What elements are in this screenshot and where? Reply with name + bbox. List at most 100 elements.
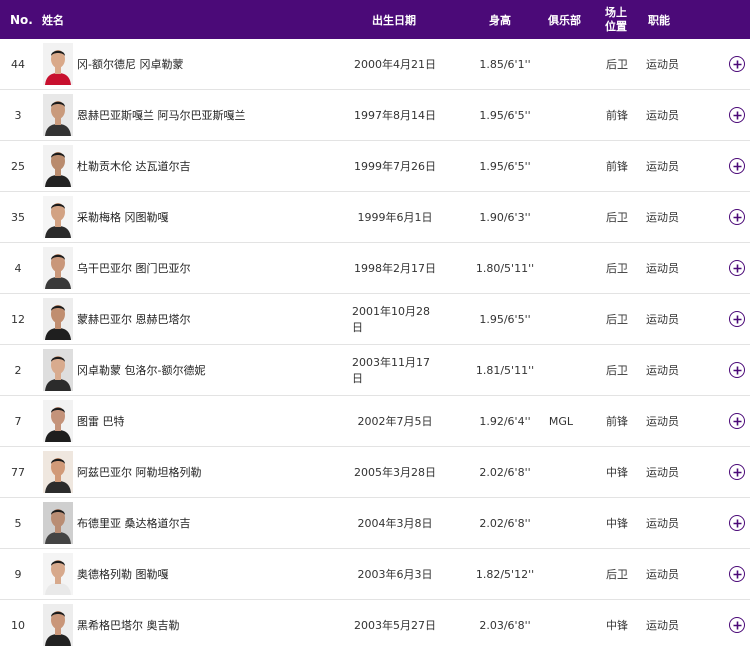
player-club	[541, 192, 581, 242]
player-position: 中锋	[606, 619, 628, 632]
player-number: 35	[11, 210, 25, 224]
plus-circle-icon[interactable]	[729, 107, 745, 123]
table-row: 10 黑希格巴塔尔 奥吉勒 2003年5月27日 2.03/6'8'' 中锋 运…	[0, 600, 750, 651]
player-number: 10	[11, 618, 25, 632]
table-row: 44 冈-额尔德尼 冈卓勒蒙 2000年4月21日 1.85/6'1'' 后卫 …	[0, 39, 750, 90]
player-name[interactable]: 乌干巴亚尔 图门巴亚尔	[77, 243, 191, 293]
player-height: 1.95/6'5''	[479, 312, 531, 326]
player-height: 1.95/6'5''	[479, 159, 531, 173]
player-photo-cell	[43, 600, 73, 650]
avatar	[43, 451, 73, 493]
player-dob: 2003年6月3日	[357, 568, 433, 581]
player-name[interactable]: 阿兹巴亚尔 阿勒坦格列勒	[77, 447, 202, 497]
player-name[interactable]: 奥德格列勒 图勒嘎	[77, 549, 169, 599]
player-name[interactable]: 采勒梅格 冈图勒嘎	[77, 192, 169, 242]
player-role: 运动员	[646, 619, 679, 632]
player-position: 后卫	[606, 211, 628, 224]
table-row: 77 阿兹巴亚尔 阿勒坦格列勒 2005年3月28日 2.02/6'8'' 中锋…	[0, 447, 750, 498]
player-height: 1.95/6'5''	[479, 108, 531, 122]
player-name[interactable]: 黑希格巴塔尔 奥吉勒	[77, 600, 180, 650]
avatar	[43, 400, 73, 442]
table-row: 25 杜勒贡木伦 达瓦道尔吉 1999年7月26日 1.95/6'5'' 前锋 …	[0, 141, 750, 192]
player-position: 中锋	[606, 517, 628, 530]
player-club	[541, 294, 581, 344]
player-number: 44	[11, 57, 25, 71]
player-club	[541, 549, 581, 599]
player-number: 9	[14, 567, 22, 581]
player-dob: 2003年5月27日	[354, 619, 436, 632]
plus-circle-icon[interactable]	[729, 311, 745, 327]
player-position: 后卫	[606, 568, 628, 581]
player-role: 运动员	[646, 109, 679, 122]
player-dob: 2004年3月8日	[357, 517, 433, 530]
player-dob: 2002年7月5日	[357, 415, 433, 428]
plus-circle-icon[interactable]	[729, 158, 745, 174]
player-role: 运动员	[646, 160, 679, 173]
player-photo-cell	[43, 39, 73, 89]
player-club: MGL	[548, 414, 574, 428]
player-club	[541, 600, 581, 650]
player-club	[541, 39, 581, 89]
player-number: 5	[14, 516, 22, 530]
table-row: 5 布德里亚 桑达格道尔吉 2004年3月8日 2.02/6'8'' 中锋 运动…	[0, 498, 750, 549]
avatar	[43, 145, 73, 187]
player-dob: 2001年10月28日	[352, 305, 430, 334]
plus-circle-icon[interactable]	[729, 56, 745, 72]
player-role: 运动员	[646, 364, 679, 377]
player-number: 77	[11, 465, 25, 479]
avatar	[43, 43, 73, 85]
player-role: 运动员	[646, 517, 679, 530]
plus-circle-icon[interactable]	[729, 464, 745, 480]
plus-circle-icon[interactable]	[729, 515, 745, 531]
avatar	[43, 553, 73, 595]
player-position: 后卫	[606, 364, 628, 377]
player-roster-table: No. 姓名 出生日期 身高 俱乐部 场上位置 职能 44 冈-额尔德尼 冈卓勒…	[0, 0, 750, 651]
avatar	[43, 502, 73, 544]
player-role: 运动员	[646, 466, 679, 479]
plus-circle-icon[interactable]	[729, 260, 745, 276]
plus-circle-icon[interactable]	[729, 617, 745, 633]
header-dob: 出生日期	[372, 13, 416, 27]
player-photo-cell	[43, 243, 73, 293]
player-photo-cell	[43, 549, 73, 599]
table-body: 44 冈-额尔德尼 冈卓勒蒙 2000年4月21日 1.85/6'1'' 后卫 …	[0, 39, 750, 651]
plus-circle-icon[interactable]	[729, 566, 745, 582]
player-name[interactable]: 图雷 巴特	[77, 396, 125, 446]
player-height: 1.85/6'1''	[479, 57, 531, 71]
player-role: 运动员	[646, 58, 679, 71]
player-photo-cell	[43, 90, 73, 140]
player-role: 运动员	[646, 313, 679, 326]
table-row: 7 图雷 巴特 2002年7月5日 1.92/6'4'' MGL 前锋 运动员	[0, 396, 750, 447]
player-role: 运动员	[646, 211, 679, 224]
player-number: 25	[11, 159, 25, 173]
header-club: 俱乐部	[548, 13, 581, 27]
player-name[interactable]: 恩赫巴亚斯嘎兰 阿马尔巴亚斯嘎兰	[77, 90, 246, 140]
table-row: 35 采勒梅格 冈图勒嘎 1999年6月1日 1.90/6'3'' 后卫 运动员	[0, 192, 750, 243]
avatar	[43, 604, 73, 646]
player-photo-cell	[43, 141, 73, 191]
plus-circle-icon[interactable]	[729, 362, 745, 378]
player-name[interactable]: 杜勒贡木伦 达瓦道尔吉	[77, 141, 191, 191]
player-height: 1.81/5'11''	[475, 363, 535, 377]
player-height: 2.03/6'8''	[479, 618, 531, 632]
table-row: 4 乌干巴亚尔 图门巴亚尔 1998年2月17日 1.80/5'11'' 后卫 …	[0, 243, 750, 294]
player-club	[541, 345, 581, 395]
player-height: 1.80/5'11''	[475, 261, 535, 275]
plus-circle-icon[interactable]	[729, 209, 745, 225]
player-position: 后卫	[606, 262, 628, 275]
player-dob: 2005年3月28日	[354, 466, 436, 479]
table-row: 2 冈卓勒蒙 包洛尔-额尔德妮 2003年11月17日 1.81/5'11'' …	[0, 345, 750, 396]
player-name[interactable]: 蒙赫巴亚尔 恩赫巴塔尔	[77, 294, 191, 344]
player-name[interactable]: 布德里亚 桑达格道尔吉	[77, 498, 191, 548]
plus-circle-icon[interactable]	[729, 413, 745, 429]
player-name[interactable]: 冈卓勒蒙 包洛尔-额尔德妮	[77, 345, 205, 395]
player-name[interactable]: 冈-额尔德尼 冈卓勒蒙	[77, 39, 183, 89]
player-number: 2	[14, 363, 22, 377]
player-club	[541, 243, 581, 293]
player-position: 前锋	[606, 415, 628, 428]
player-height: 1.82/5'12''	[475, 567, 535, 581]
table-row: 12 蒙赫巴亚尔 恩赫巴塔尔 2001年10月28日 1.95/6'5'' 后卫…	[0, 294, 750, 345]
player-number: 3	[14, 108, 22, 122]
player-position: 前锋	[606, 160, 628, 173]
player-position: 后卫	[606, 58, 628, 71]
